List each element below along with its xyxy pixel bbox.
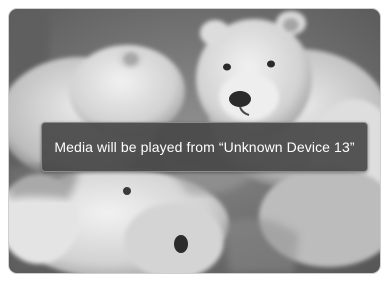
media-screen: Media will be played from “Unknown Devic… <box>9 9 380 273</box>
device-playback-toast: Media will be played from “Unknown Devic… <box>41 122 368 172</box>
toast-message: Media will be played from “Unknown Devic… <box>54 139 355 155</box>
